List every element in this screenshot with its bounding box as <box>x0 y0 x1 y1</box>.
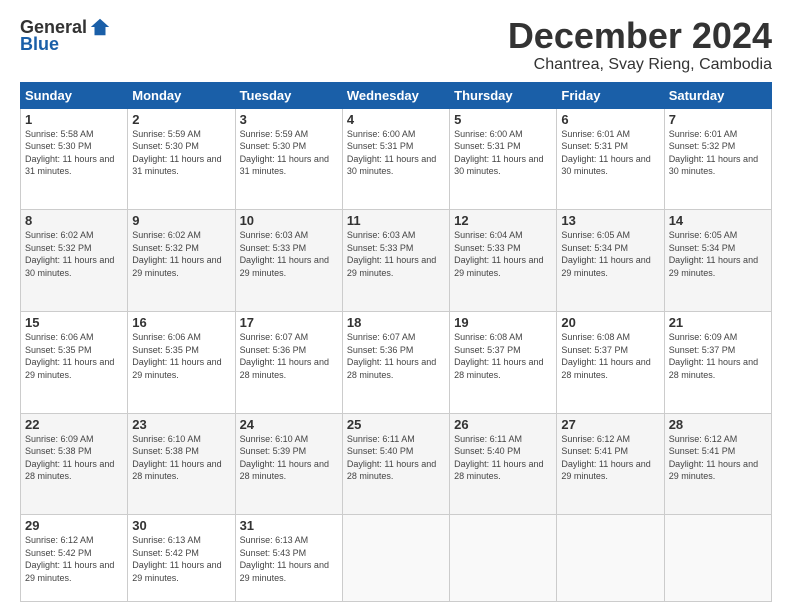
header: General Blue December 2024 Chantrea, Sva… <box>20 16 772 74</box>
table-row: 25Sunrise: 6:11 AMSunset: 5:40 PMDayligh… <box>342 413 449 515</box>
col-friday: Friday <box>557 82 664 108</box>
table-row: 12Sunrise: 6:04 AMSunset: 5:33 PMDayligh… <box>450 210 557 312</box>
table-row <box>557 515 664 602</box>
table-row <box>450 515 557 602</box>
table-row: 19Sunrise: 6:08 AMSunset: 5:37 PMDayligh… <box>450 311 557 413</box>
table-row: 13Sunrise: 6:05 AMSunset: 5:34 PMDayligh… <box>557 210 664 312</box>
table-row: 10Sunrise: 6:03 AMSunset: 5:33 PMDayligh… <box>235 210 342 312</box>
title-section: December 2024 Chantrea, Svay Rieng, Camb… <box>508 16 772 74</box>
table-row: 30Sunrise: 6:13 AMSunset: 5:42 PMDayligh… <box>128 515 235 602</box>
logo-blue: Blue <box>20 34 59 55</box>
page-title: December 2024 <box>508 16 772 56</box>
page: General Blue December 2024 Chantrea, Sva… <box>0 0 792 612</box>
table-row: 31Sunrise: 6:13 AMSunset: 5:43 PMDayligh… <box>235 515 342 602</box>
table-row: 1Sunrise: 5:58 AMSunset: 5:30 PMDaylight… <box>21 108 128 210</box>
table-row: 21Sunrise: 6:09 AMSunset: 5:37 PMDayligh… <box>664 311 771 413</box>
table-row <box>664 515 771 602</box>
logo-icon <box>89 16 111 38</box>
page-subtitle: Chantrea, Svay Rieng, Cambodia <box>508 56 772 74</box>
table-row: 3Sunrise: 5:59 AMSunset: 5:30 PMDaylight… <box>235 108 342 210</box>
table-row: 18Sunrise: 6:07 AMSunset: 5:36 PMDayligh… <box>342 311 449 413</box>
table-row: 5Sunrise: 6:00 AMSunset: 5:31 PMDaylight… <box>450 108 557 210</box>
table-row: 27Sunrise: 6:12 AMSunset: 5:41 PMDayligh… <box>557 413 664 515</box>
logo: General Blue <box>20 16 111 55</box>
table-row: 4Sunrise: 6:00 AMSunset: 5:31 PMDaylight… <box>342 108 449 210</box>
table-row: 16Sunrise: 6:06 AMSunset: 5:35 PMDayligh… <box>128 311 235 413</box>
table-row <box>342 515 449 602</box>
table-row: 23Sunrise: 6:10 AMSunset: 5:38 PMDayligh… <box>128 413 235 515</box>
table-row: 29Sunrise: 6:12 AMSunset: 5:42 PMDayligh… <box>21 515 128 602</box>
calendar-table: Sunday Monday Tuesday Wednesday Thursday… <box>20 82 772 602</box>
table-row: 14Sunrise: 6:05 AMSunset: 5:34 PMDayligh… <box>664 210 771 312</box>
table-row: 2Sunrise: 5:59 AMSunset: 5:30 PMDaylight… <box>128 108 235 210</box>
table-row: 28Sunrise: 6:12 AMSunset: 5:41 PMDayligh… <box>664 413 771 515</box>
table-row: 22Sunrise: 6:09 AMSunset: 5:38 PMDayligh… <box>21 413 128 515</box>
table-row: 24Sunrise: 6:10 AMSunset: 5:39 PMDayligh… <box>235 413 342 515</box>
table-row: 8Sunrise: 6:02 AMSunset: 5:32 PMDaylight… <box>21 210 128 312</box>
col-tuesday: Tuesday <box>235 82 342 108</box>
col-saturday: Saturday <box>664 82 771 108</box>
col-sunday: Sunday <box>21 82 128 108</box>
table-row: 20Sunrise: 6:08 AMSunset: 5:37 PMDayligh… <box>557 311 664 413</box>
col-wednesday: Wednesday <box>342 82 449 108</box>
table-row: 7Sunrise: 6:01 AMSunset: 5:32 PMDaylight… <box>664 108 771 210</box>
table-row: 17Sunrise: 6:07 AMSunset: 5:36 PMDayligh… <box>235 311 342 413</box>
col-monday: Monday <box>128 82 235 108</box>
col-thursday: Thursday <box>450 82 557 108</box>
table-row: 15Sunrise: 6:06 AMSunset: 5:35 PMDayligh… <box>21 311 128 413</box>
table-row: 11Sunrise: 6:03 AMSunset: 5:33 PMDayligh… <box>342 210 449 312</box>
table-row: 6Sunrise: 6:01 AMSunset: 5:31 PMDaylight… <box>557 108 664 210</box>
table-row: 9Sunrise: 6:02 AMSunset: 5:32 PMDaylight… <box>128 210 235 312</box>
calendar-header-row: Sunday Monday Tuesday Wednesday Thursday… <box>21 82 772 108</box>
table-row: 26Sunrise: 6:11 AMSunset: 5:40 PMDayligh… <box>450 413 557 515</box>
